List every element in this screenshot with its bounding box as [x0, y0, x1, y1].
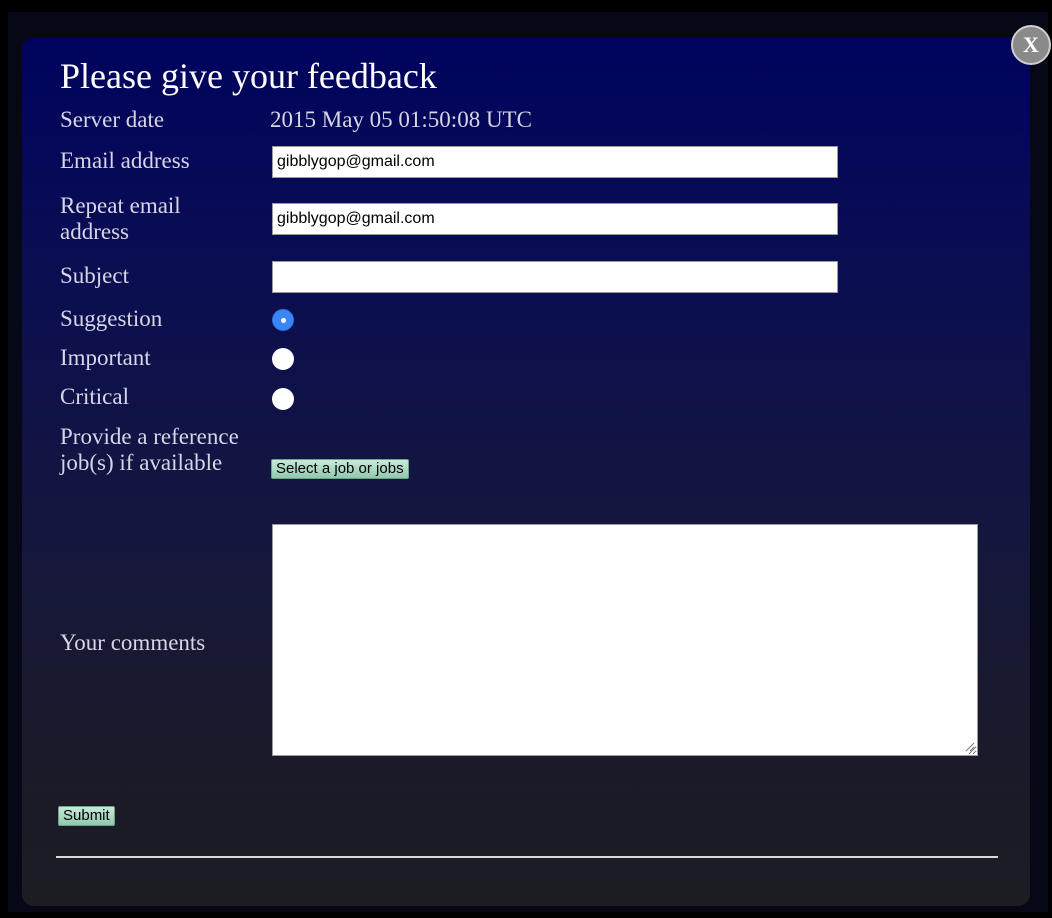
reference-jobs-label: Provide a reference job(s) if available	[60, 424, 239, 475]
comments-label: Your comments	[60, 630, 206, 655]
submit-button[interactable]: Submit	[58, 806, 115, 826]
server-date-label: Server date	[60, 107, 165, 132]
priority-label-critical: Critical	[60, 384, 129, 409]
server-date-value: 2015 May 05 01:50:08 UTC	[270, 107, 532, 132]
radio-critical[interactable]	[272, 388, 294, 410]
priority-label-suggestion: Suggestion	[60, 306, 163, 331]
priority-label-important: Important	[60, 345, 151, 370]
close-button[interactable]: X	[1011, 25, 1051, 65]
email-field[interactable]	[272, 146, 838, 178]
repeat-email-label: Repeat email address	[60, 193, 181, 244]
email-label: Email address	[60, 148, 190, 173]
repeat-email-field[interactable]	[272, 203, 838, 235]
comments-textarea[interactable]	[272, 524, 978, 756]
radio-important[interactable]	[272, 348, 294, 370]
dialog-title: Please give your feedback	[60, 56, 437, 96]
subject-label: Subject	[60, 263, 129, 288]
radio-suggestion[interactable]	[272, 309, 294, 331]
divider	[56, 856, 998, 858]
subject-field[interactable]	[272, 261, 838, 293]
select-jobs-button[interactable]: Select a job or jobs	[271, 459, 409, 479]
